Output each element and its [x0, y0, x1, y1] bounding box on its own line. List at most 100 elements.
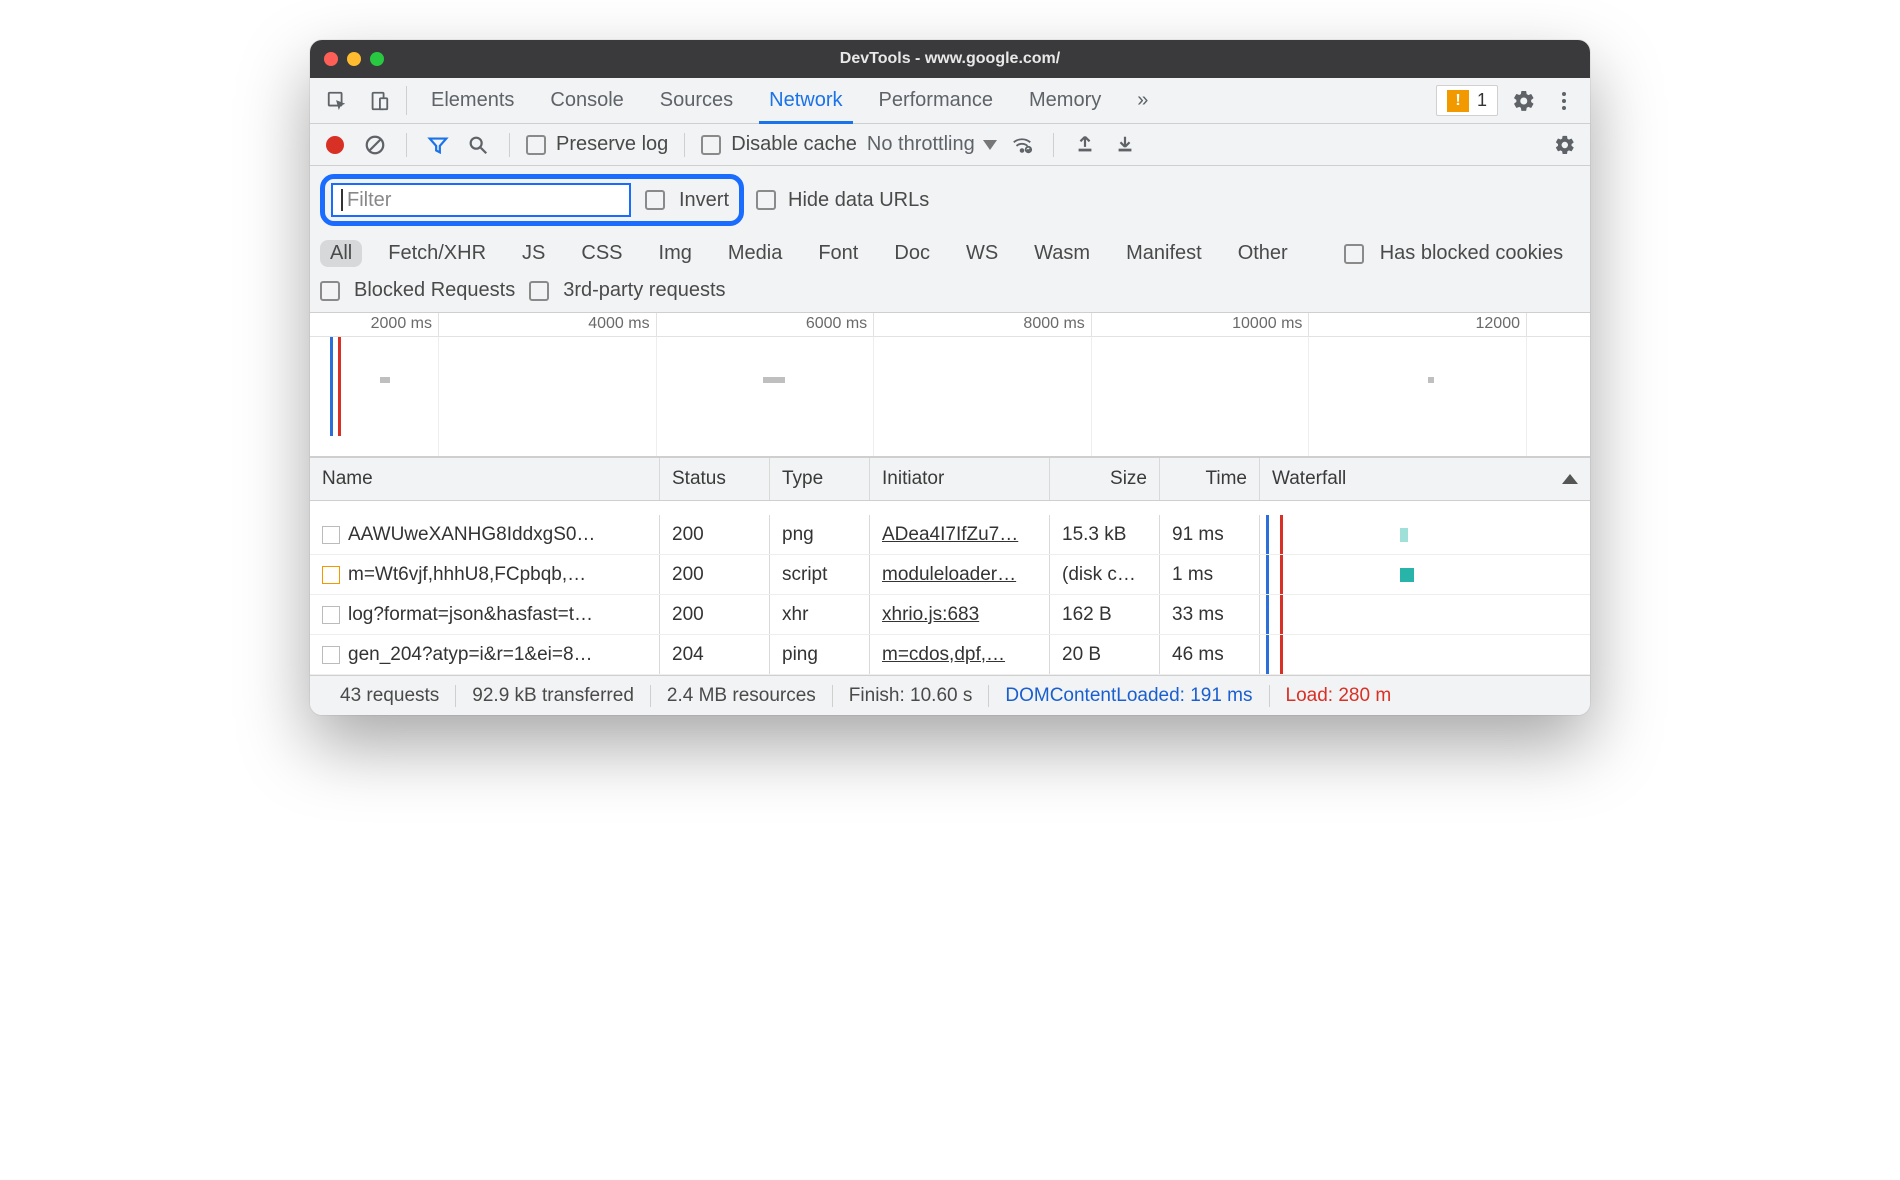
tab-console[interactable]: Console — [532, 78, 641, 123]
request-status: 200 — [660, 595, 770, 634]
request-initiator[interactable]: moduleloader… — [882, 564, 1016, 586]
timeline-ruler[interactable]: 2000 ms4000 ms6000 ms8000 ms10000 ms1200… — [310, 313, 1590, 337]
table-row[interactable]: m=Wt6vjf,hhhU8,FCpbqb,…200scriptmodulelo… — [310, 555, 1590, 595]
request-time: 33 ms — [1160, 595, 1260, 634]
maximize-window-button[interactable] — [370, 52, 384, 66]
devtools-window: DevTools - www.google.com/ Elements Cons… — [310, 40, 1590, 715]
warning-icon: ! — [1447, 90, 1469, 112]
filter-row: Filter Invert Hide data URLs — [310, 166, 1590, 234]
type-filter-js[interactable]: JS — [512, 240, 555, 267]
preserve-log-label: Preserve log — [556, 133, 668, 156]
third-party-label: 3rd-party requests — [563, 279, 725, 302]
file-icon — [322, 526, 340, 544]
close-window-button[interactable] — [324, 52, 338, 66]
request-waterfall — [1260, 635, 1590, 674]
preserve-log-checkbox[interactable] — [526, 135, 546, 155]
tabs-overflow-button[interactable]: » — [1119, 78, 1166, 123]
table-row[interactable]: AAWUweXANHG8IddxgS0…200pngADea4I7IfZu7…1… — [310, 515, 1590, 555]
ruler-tick: 10000 ms — [1232, 315, 1308, 333]
tab-network[interactable]: Network — [751, 78, 860, 123]
type-filter-doc[interactable]: Doc — [884, 240, 940, 267]
col-initiator[interactable]: Initiator — [870, 458, 1050, 500]
type-filter-manifest[interactable]: Manifest — [1116, 240, 1212, 267]
separator — [406, 86, 407, 115]
filter-toggle-icon[interactable] — [423, 134, 453, 156]
clear-button[interactable] — [360, 134, 390, 156]
type-filter-all[interactable]: All — [320, 240, 362, 267]
request-size: 162 B — [1050, 595, 1160, 634]
sb-load: Load: 280 m — [1270, 685, 1408, 707]
search-icon[interactable] — [463, 134, 493, 156]
col-time[interactable]: Time — [1160, 458, 1260, 500]
network-toolbar: Preserve log Disable cache No throttling — [310, 124, 1590, 166]
type-filter-media[interactable]: Media — [718, 240, 792, 267]
request-size: 20 B — [1050, 635, 1160, 674]
disable-cache-label: Disable cache — [731, 133, 857, 156]
type-filter-wasm[interactable]: Wasm — [1024, 240, 1100, 267]
invert-checkbox[interactable] — [645, 190, 665, 210]
sort-asc-icon — [1562, 474, 1578, 484]
col-size[interactable]: Size — [1050, 458, 1160, 500]
export-har-icon[interactable] — [1110, 134, 1140, 156]
col-waterfall[interactable]: Waterfall — [1260, 458, 1590, 500]
type-filter-ws[interactable]: WS — [956, 240, 1008, 267]
titlebar: DevTools - www.google.com/ — [310, 40, 1590, 78]
tab-memory[interactable]: Memory — [1011, 78, 1119, 123]
tab-sources[interactable]: Sources — [642, 78, 751, 123]
has-blocked-cookies-checkbox[interactable] — [1344, 244, 1364, 264]
col-status[interactable]: Status — [660, 458, 770, 500]
inspect-element-icon[interactable] — [316, 78, 358, 123]
settings-button[interactable] — [1504, 78, 1544, 123]
request-initiator[interactable]: xhrio.js:683 — [882, 604, 979, 626]
sb-requests: 43 requests — [324, 685, 456, 707]
status-bar: 43 requests 92.9 kB transferred 2.4 MB r… — [310, 675, 1590, 715]
request-status: 200 — [660, 515, 770, 554]
type-filter-css[interactable]: CSS — [571, 240, 632, 267]
filter-input[interactable]: Filter — [331, 183, 631, 217]
request-waterfall — [1260, 555, 1590, 594]
disable-cache-checkbox[interactable] — [701, 135, 721, 155]
ruler-tick: 4000 ms — [588, 315, 655, 333]
minimize-window-button[interactable] — [347, 52, 361, 66]
request-initiator[interactable]: m=cdos,dpf,… — [882, 644, 1005, 666]
toggle-device-icon[interactable] — [358, 78, 400, 123]
requests-table: Name Status Type Initiator Size Time Wat… — [310, 457, 1590, 675]
record-button[interactable] — [320, 136, 350, 154]
import-har-icon[interactable] — [1070, 134, 1100, 156]
col-name[interactable]: Name — [310, 458, 660, 500]
type-filter-fetchxhr[interactable]: Fetch/XHR — [378, 240, 496, 267]
sb-finish: Finish: 10.60 s — [833, 685, 990, 707]
table-row[interactable]: gen_204?atyp=i&r=1&ei=8…204pingm=cdos,dp… — [310, 635, 1590, 675]
request-type: ping — [770, 635, 870, 674]
file-icon — [322, 646, 340, 664]
network-conditions-icon[interactable] — [1007, 134, 1037, 156]
separator — [509, 133, 510, 157]
panel-tabstrip: Elements Console Sources Network Perform… — [310, 78, 1590, 124]
file-icon — [322, 566, 340, 584]
blocked-requests-checkbox[interactable] — [320, 281, 340, 301]
type-filter-img[interactable]: Img — [649, 240, 702, 267]
ruler-tick: 8000 ms — [1023, 315, 1090, 333]
window-title: DevTools - www.google.com/ — [310, 50, 1590, 68]
network-settings-icon[interactable] — [1550, 134, 1580, 156]
sb-domcontentloaded: DOMContentLoaded: 191 ms — [989, 685, 1269, 707]
hide-data-urls-checkbox[interactable] — [756, 190, 776, 210]
request-name: m=Wt6vjf,hhhU8,FCpbqb,… — [348, 564, 586, 586]
type-filter-font[interactable]: Font — [808, 240, 868, 267]
timeline-overview[interactable] — [310, 337, 1590, 457]
request-initiator[interactable]: ADea4I7IfZu7… — [882, 524, 1018, 546]
tab-elements[interactable]: Elements — [413, 78, 532, 123]
request-name: gen_204?atyp=i&r=1&ei=8… — [348, 644, 593, 666]
request-time: 1 ms — [1160, 555, 1260, 594]
file-icon — [322, 606, 340, 624]
more-menu-button[interactable] — [1544, 78, 1584, 123]
type-filter-other[interactable]: Other — [1228, 240, 1298, 267]
issues-badge[interactable]: ! 1 — [1436, 85, 1498, 116]
throttling-select[interactable]: No throttling — [867, 133, 997, 156]
tab-performance[interactable]: Performance — [861, 78, 1012, 123]
table-row[interactable]: log?format=json&hasfast=t…200xhrxhrio.js… — [310, 595, 1590, 635]
col-type[interactable]: Type — [770, 458, 870, 500]
third-party-checkbox[interactable] — [529, 281, 549, 301]
request-waterfall — [1260, 515, 1590, 554]
request-type: script — [770, 555, 870, 594]
